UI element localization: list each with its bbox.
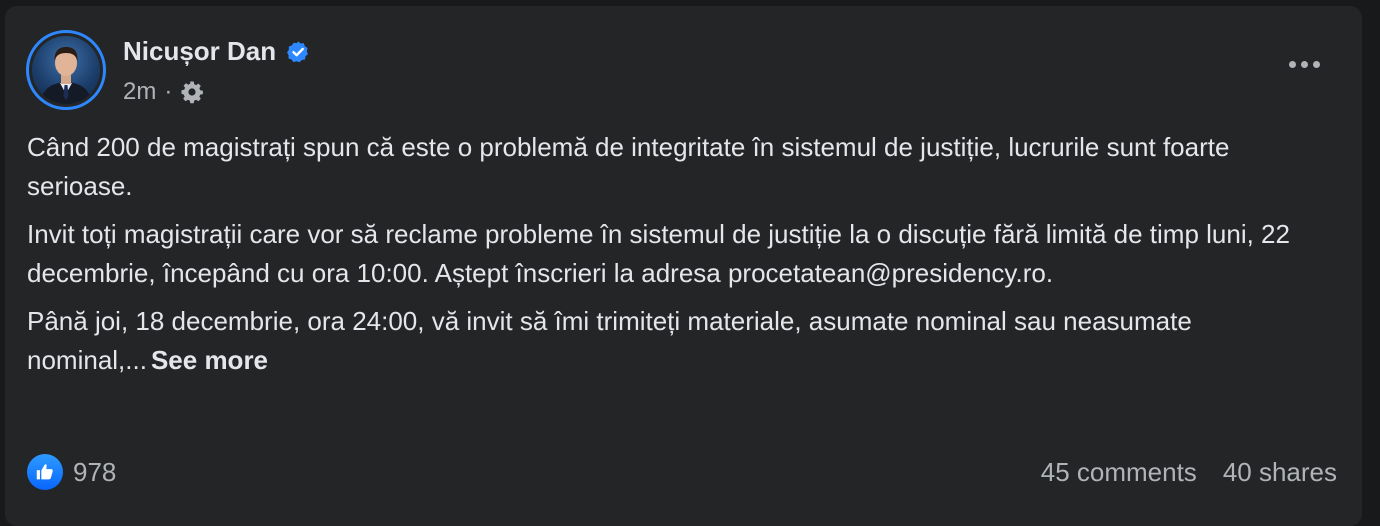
author-avatar[interactable]	[26, 30, 106, 110]
engagement-stats: 45 comments 40 shares	[1041, 457, 1337, 488]
post-footer: 978 45 comments 40 shares	[27, 452, 1337, 492]
verified-badge-icon	[286, 40, 310, 64]
avatar-photo	[32, 36, 100, 104]
avatar-portrait-icon	[40, 47, 92, 104]
author-name[interactable]: Nicușor Dan	[123, 36, 276, 67]
post-paragraph-3: Până joi, 18 decembrie, ora 24:00, vă in…	[27, 302, 1327, 380]
post-card: Nicușor Dan 2m · Când 200 de magistrați …	[5, 6, 1362, 526]
post-timestamp[interactable]: 2m	[123, 78, 156, 106]
like-icon	[27, 454, 63, 490]
shares-count-link[interactable]: 40 shares	[1223, 457, 1337, 488]
post-paragraph-1: Când 200 de magistrați spun că este o pr…	[27, 132, 1230, 201]
comments-count-link[interactable]: 45 comments	[1041, 457, 1197, 488]
meta-separator: ·	[164, 78, 173, 105]
post-paragraph-2: Invit toți magistrații care vor să recla…	[27, 219, 1290, 288]
post-meta: 2m ·	[123, 78, 204, 106]
more-options-button[interactable]	[1284, 50, 1324, 78]
more-options-icon	[1288, 60, 1296, 68]
see-more-link[interactable]: See more	[151, 345, 268, 375]
reactions-summary[interactable]: 978	[27, 454, 116, 490]
gear-icon[interactable]	[180, 80, 204, 104]
reactions-count: 978	[73, 456, 117, 487]
post-text: Când 200 de magistrați spun că este o pr…	[27, 128, 1327, 389]
author-name-row: Nicușor Dan	[123, 36, 310, 67]
